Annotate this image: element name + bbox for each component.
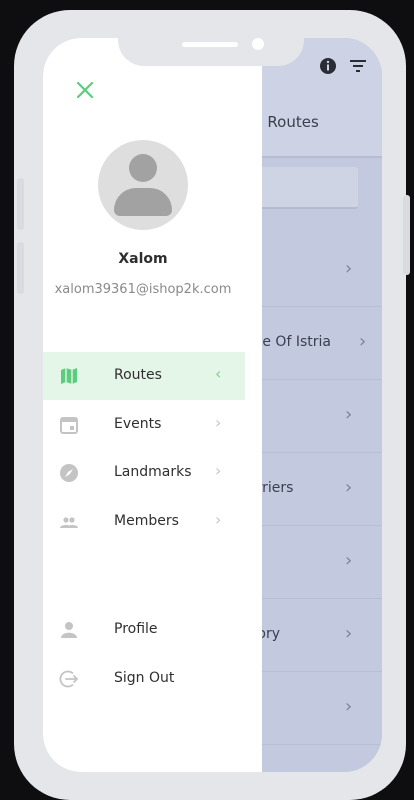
chevron-right-icon: › [345, 550, 353, 571]
chevron-right-icon: › [215, 510, 222, 529]
phone-side-button [17, 178, 24, 230]
navigation-drawer: Xalom xalom39361@ishop2k.com Routes ‹ Ev… [43, 38, 262, 772]
user-name: Xalom [118, 251, 168, 267]
chevron-right-icon: › [345, 258, 353, 279]
map-icon [61, 368, 77, 384]
chevron-right-icon: › [215, 413, 222, 432]
speaker-grille [182, 42, 238, 47]
nav-item-label: Sign Out [114, 670, 175, 686]
nav-item-profile[interactable]: Profile [43, 606, 245, 654]
nav-item-label: Members [114, 513, 179, 529]
avatar-head [129, 154, 157, 182]
nav-item-landmarks[interactable]: Landmarks › [43, 449, 245, 497]
nav-item-label: Routes [114, 367, 162, 383]
nav-item-members[interactable]: Members › [43, 498, 245, 546]
chevron-right-icon: › [345, 404, 353, 425]
phone-screen: erary Routes al › ute Of Istria › › arri… [43, 38, 382, 772]
avatar [98, 140, 188, 230]
group-icon [60, 517, 78, 528]
nav-item-sign-out[interactable]: Sign Out [43, 655, 245, 703]
chevron-right-icon: › [345, 696, 353, 717]
chevron-right-icon: › [345, 477, 353, 498]
chevron-right-icon: › [359, 331, 367, 352]
nav-item-label: Events [114, 416, 162, 432]
nav-item-label: Landmarks [114, 464, 192, 480]
nav-item-events[interactable]: Events › [43, 401, 245, 449]
phone-side-button [17, 242, 24, 294]
phone-notch [118, 10, 304, 66]
avatar-body [114, 188, 172, 216]
close-icon[interactable] [73, 78, 97, 102]
nav-item-routes[interactable]: Routes ‹ [43, 352, 245, 400]
chevron-right-icon: › [345, 623, 353, 644]
sign-out-icon [59, 670, 79, 688]
front-camera [252, 38, 264, 50]
phone-side-button [403, 195, 410, 275]
person-icon [61, 622, 77, 638]
info-icon[interactable] [318, 56, 338, 76]
compass-icon [60, 464, 78, 482]
calendar-icon [60, 417, 78, 434]
chevron-left-icon: ‹ [215, 364, 222, 383]
nav-item-label: Profile [114, 621, 158, 637]
filter-icon[interactable] [348, 56, 368, 76]
user-email: xalom39361@ishop2k.com [54, 282, 232, 297]
chevron-right-icon: › [215, 461, 222, 480]
